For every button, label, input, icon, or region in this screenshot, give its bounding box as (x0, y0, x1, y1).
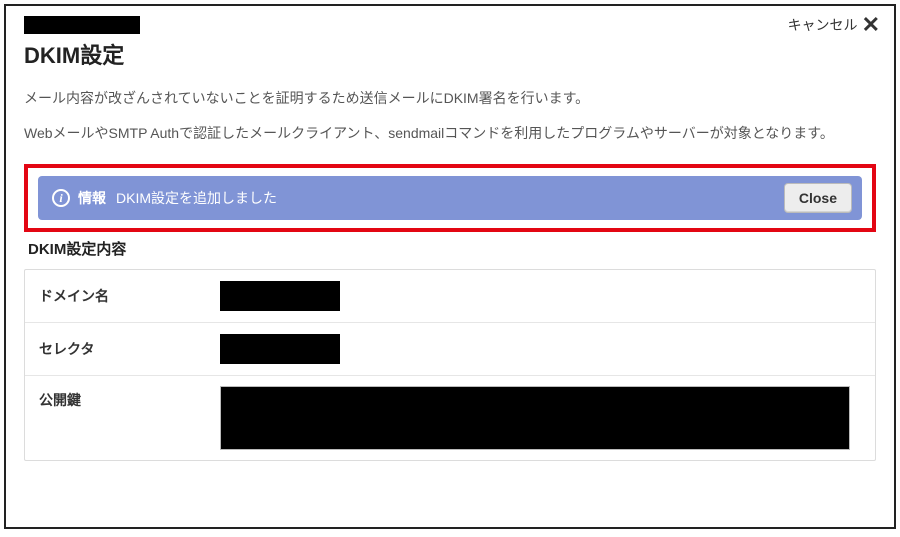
info-icon: i (52, 189, 70, 207)
info-banner: i 情報 DKIM設定を追加しました Close (38, 176, 862, 220)
desc-line-2: WebメールやSMTP Authで認証したメールクライアント、sendmailコ… (24, 121, 876, 146)
page-title: DKIM設定 (24, 38, 876, 70)
row-public-key: 公開鍵 (25, 376, 875, 460)
page-description: メール内容が改ざんされていないことを証明するため送信メールにDKIM署名を行いま… (24, 86, 876, 146)
info-banner-label: 情報 (78, 188, 106, 208)
section-title: DKIM設定内容 (28, 238, 876, 259)
row-domain-label: ドメイン名 (25, 270, 220, 322)
desc-line-1: メール内容が改ざんされていないことを証明するため送信メールにDKIM署名を行いま… (24, 86, 876, 111)
row-public-key-value (220, 376, 875, 460)
highlight-frame: i 情報 DKIM設定を追加しました Close (24, 164, 876, 232)
row-selector-value (220, 323, 875, 375)
cancel-label: キャンセル (788, 15, 858, 35)
info-banner-message: DKIM設定を追加しました (116, 188, 277, 208)
info-banner-close-button[interactable]: Close (784, 183, 852, 213)
row-domain-value (220, 270, 875, 322)
public-key-textarea[interactable] (220, 386, 850, 450)
row-selector: セレクタ (25, 323, 875, 376)
cancel-button[interactable]: キャンセル ✕ (788, 14, 880, 36)
redacted-domain-value (220, 281, 340, 311)
redacted-block (24, 16, 140, 34)
close-icon: ✕ (862, 14, 880, 36)
row-public-key-label: 公開鍵 (25, 376, 220, 426)
redacted-selector-value (220, 334, 340, 364)
row-domain: ドメイン名 (25, 270, 875, 323)
row-selector-label: セレクタ (25, 323, 220, 375)
dkim-settings-table: ドメイン名 セレクタ 公開鍵 (24, 269, 876, 461)
